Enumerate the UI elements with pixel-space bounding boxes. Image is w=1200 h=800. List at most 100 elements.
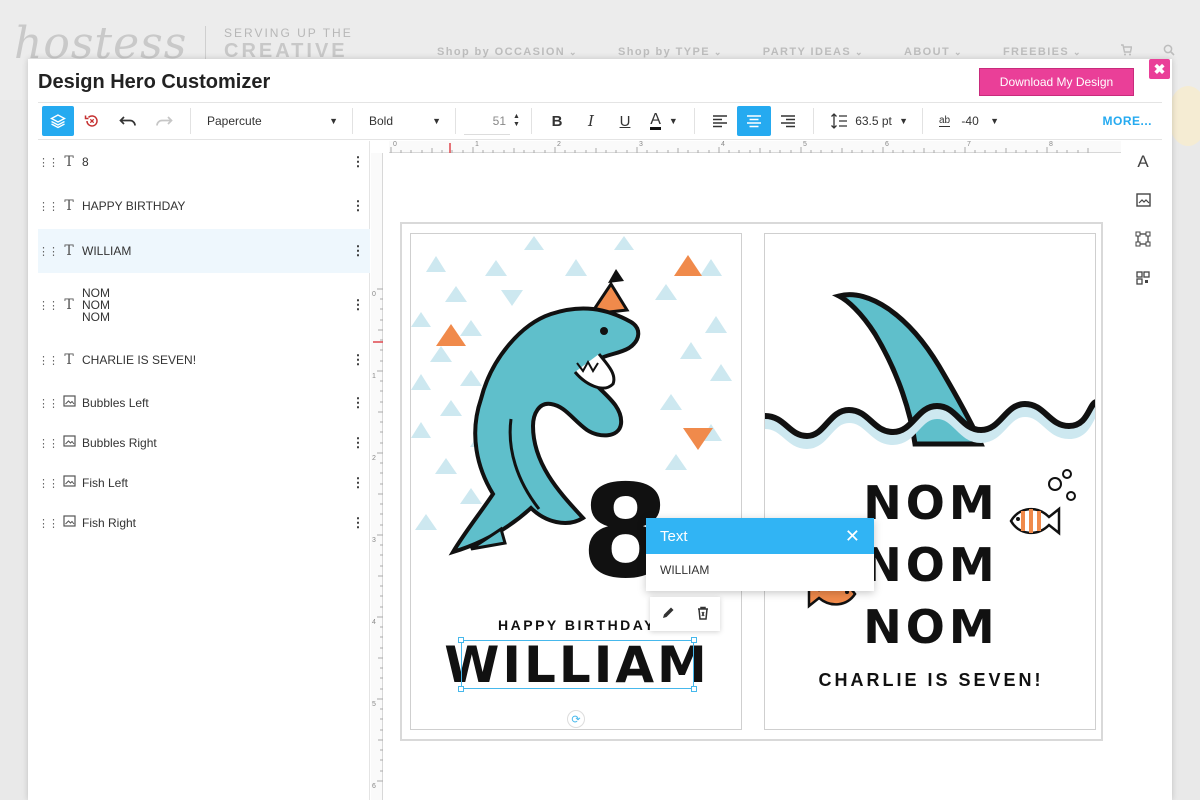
selection-box[interactable] xyxy=(458,637,697,692)
layer-item-8[interactable]: ⋮⋮ T 8 ⋮ xyxy=(38,141,370,183)
caret-down-icon: ▼ xyxy=(668,116,678,126)
align-left-button[interactable] xyxy=(703,106,737,136)
card-left[interactable]: 8 HAPPY BIRTHDAY WILLIAM ⟳ xyxy=(410,233,742,730)
nom-text-3[interactable]: NOM xyxy=(765,596,1095,658)
image-layer-icon xyxy=(58,475,80,491)
layer-menu-icon[interactable]: ⋮ xyxy=(346,198,370,214)
align-left-icon xyxy=(713,115,727,128)
align-right-button[interactable] xyxy=(771,106,805,136)
drag-handle-icon[interactable]: ⋮⋮ xyxy=(38,354,59,367)
image-tool-icon[interactable] xyxy=(1124,185,1162,215)
font-size-stepper[interactable]: ▲ ▼ xyxy=(513,113,523,129)
text-tool-icon[interactable]: A xyxy=(1124,147,1162,177)
nav-item-freebies[interactable]: FREEBIES xyxy=(1003,46,1082,58)
text-layer-icon: T xyxy=(64,352,74,368)
drag-handle-icon[interactable]: ⋮⋮ xyxy=(38,397,59,410)
toolbar-divider xyxy=(352,108,353,134)
toolbar-divider xyxy=(694,108,695,134)
layer-item-bubbles-left[interactable]: ⋮⋮ Bubbles Left ⋮ xyxy=(38,383,370,423)
layer-label: 8 xyxy=(82,155,89,169)
redo-button[interactable] xyxy=(146,106,182,136)
charlie-text[interactable]: CHARLIE IS SEVEN! xyxy=(765,670,1095,691)
popup-text-input[interactable]: WILLIAM xyxy=(646,554,874,586)
resize-handle[interactable] xyxy=(458,686,464,692)
line-height-select[interactable]: 63.5 pt ▼ xyxy=(822,106,914,136)
qr-code-tool-icon[interactable] xyxy=(1124,263,1162,293)
rotate-icon[interactable]: ⟳ xyxy=(567,710,585,728)
logo-divider xyxy=(205,26,206,62)
design-canvas[interactable]: 0 1 2 3 4 5 6 7 8 0 1 2 3 4 5 6 8 HAPPY … xyxy=(371,141,1121,800)
resize-handle[interactable] xyxy=(458,637,464,643)
layer-menu-icon[interactable]: ⋮ xyxy=(346,435,370,451)
drag-handle-icon[interactable]: ⋮⋮ xyxy=(38,200,59,213)
layer-item-william[interactable]: ⋮⋮ T WILLIAM ⋮ xyxy=(38,229,370,273)
drag-handle-icon[interactable]: ⋮⋮ xyxy=(38,437,59,450)
layer-menu-icon[interactable]: ⋮ xyxy=(346,352,370,368)
modal-title: Design Hero Customizer xyxy=(38,71,271,93)
layer-label: Bubbles Right xyxy=(82,436,157,450)
ruler-label: 2 xyxy=(372,455,376,462)
text-color-button[interactable]: A ▼ xyxy=(642,106,686,136)
align-center-button[interactable] xyxy=(737,106,771,136)
ruler-label: 4 xyxy=(372,619,376,626)
delete-trash-icon[interactable] xyxy=(697,606,709,623)
font-weight-select[interactable]: Bold ▼ xyxy=(361,106,447,136)
text-edit-popup: Text ✕ WILLIAM xyxy=(646,518,874,591)
caret-down-icon: ▼ xyxy=(899,116,908,126)
nav-item-type[interactable]: Shop by TYPE xyxy=(618,46,723,58)
close-modal-button[interactable]: ✖ xyxy=(1149,59,1170,79)
drag-handle-icon[interactable]: ⋮⋮ xyxy=(38,517,59,530)
font-size-input[interactable]: 51 xyxy=(464,107,510,135)
chevron-down-icon[interactable]: ▼ xyxy=(513,121,523,129)
resize-handle[interactable] xyxy=(691,637,697,643)
reset-icon xyxy=(84,115,98,127)
layer-item-nom-nom-nom[interactable]: ⋮⋮ T NOM NOM NOM ⋮ xyxy=(38,277,370,333)
resize-handle[interactable] xyxy=(691,686,697,692)
underline-button[interactable]: U xyxy=(608,106,642,136)
italic-button[interactable]: I xyxy=(574,106,608,136)
layer-item-fish-right[interactable]: ⋮⋮ Fish Right ⋮ xyxy=(38,503,370,543)
undo-icon xyxy=(119,116,136,126)
nav-item-party-ideas[interactable]: PARTY IDEAS xyxy=(763,46,864,58)
align-center-icon xyxy=(747,115,761,128)
edit-pencil-icon[interactable] xyxy=(661,606,675,623)
ruler-label: 0 xyxy=(393,141,397,148)
drag-handle-icon[interactable]: ⋮⋮ xyxy=(38,245,59,258)
element-actions xyxy=(650,597,720,631)
layer-item-fish-left[interactable]: ⋮⋮ Fish Left ⋮ xyxy=(38,463,370,503)
ruler-label: 5 xyxy=(372,701,376,708)
layer-menu-icon[interactable]: ⋮ xyxy=(346,297,370,313)
text-layer-icon: T xyxy=(64,297,74,313)
letter-spacing-select[interactable]: ab -40 ▼ xyxy=(931,106,1005,136)
layer-label: WILLIAM xyxy=(82,244,132,258)
toolbar-divider xyxy=(813,108,814,134)
popup-header: Text ✕ xyxy=(646,518,874,554)
layer-item-charlie-is-seven[interactable]: ⋮⋮ T CHARLIE IS SEVEN! ⋮ xyxy=(38,339,370,381)
card-right[interactable]: NOM NOM NOM CHARLIE IS SEVEN! xyxy=(764,233,1096,730)
cart-icon[interactable] xyxy=(1120,44,1133,59)
reset-button[interactable] xyxy=(74,106,110,136)
drag-handle-icon[interactable]: ⋮⋮ xyxy=(38,156,59,169)
bold-button[interactable]: B xyxy=(540,106,574,136)
download-button[interactable]: Download My Design xyxy=(979,68,1134,96)
layer-menu-icon[interactable]: ⋮ xyxy=(346,515,370,531)
layer-menu-icon[interactable]: ⋮ xyxy=(346,243,370,259)
shape-tool-icon[interactable] xyxy=(1124,224,1162,254)
close-icon[interactable]: ✕ xyxy=(845,526,860,547)
more-options-button[interactable]: MORE... xyxy=(1102,114,1152,128)
layer-menu-icon[interactable]: ⋮ xyxy=(346,475,370,491)
layer-item-happy-birthday[interactable]: ⋮⋮ T HAPPY BIRTHDAY ⋮ xyxy=(38,185,370,227)
drag-handle-icon[interactable]: ⋮⋮ xyxy=(38,477,59,490)
nav-item-about[interactable]: ABOUT xyxy=(904,46,963,58)
drag-handle-icon[interactable]: ⋮⋮ xyxy=(38,299,59,312)
font-weight-value: Bold xyxy=(369,114,394,128)
layers-toggle-button[interactable] xyxy=(42,106,74,136)
font-family-select[interactable]: Papercute ▼ xyxy=(199,106,344,136)
chevron-up-icon[interactable]: ▲ xyxy=(513,113,523,121)
layer-item-bubbles-right[interactable]: ⋮⋮ Bubbles Right ⋮ xyxy=(38,423,370,463)
undo-button[interactable] xyxy=(110,106,146,136)
nav-item-occasion[interactable]: Shop by OCCASION xyxy=(437,46,578,58)
search-icon[interactable] xyxy=(1163,44,1175,59)
layer-menu-icon[interactable]: ⋮ xyxy=(346,154,370,170)
layer-menu-icon[interactable]: ⋮ xyxy=(346,395,370,411)
